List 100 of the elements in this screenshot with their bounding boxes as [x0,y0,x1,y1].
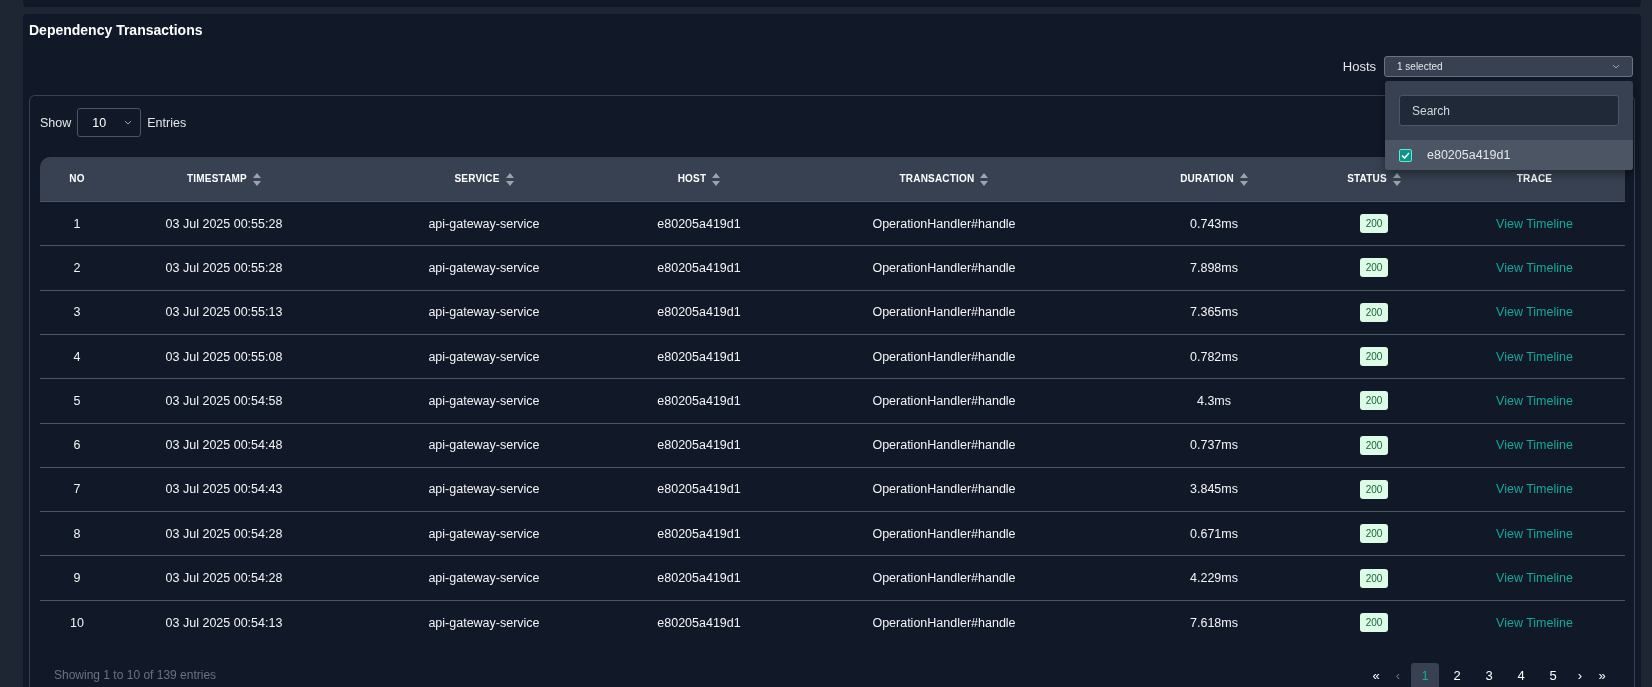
status-badge: 200 [1359,214,1389,234]
next-page-button[interactable]: › [1571,663,1589,687]
host-cell: e80205a419d1 [657,349,741,364]
column-header[interactable]: TRANSACTION [899,173,975,186]
service-cell: api-gateway-service [428,393,540,408]
view-timeline-link[interactable]: View Timeline [1496,305,1573,320]
sort-icon[interactable] [252,172,261,186]
host-cell: e80205a419d1 [657,615,741,630]
timestamp-cell: 03 Jul 2025 00:54:43 [165,482,283,497]
view-timeline-link[interactable]: View Timeline [1496,393,1573,408]
timestamp-cell: 03 Jul 2025 00:54:28 [165,571,283,586]
entries-label: Entries [147,115,187,130]
hosts-select[interactable]: 1 selected [1384,56,1633,78]
service-cell: api-gateway-service [428,305,540,320]
entries-summary: Showing 1 to 10 of 139 entries [54,668,217,682]
status-badge: 200 [1359,258,1389,278]
page-button[interactable]: 3 [1475,663,1503,687]
view-timeline-link[interactable]: View Timeline [1496,216,1573,231]
sort-icon[interactable] [1239,172,1248,186]
timestamp-cell: 03 Jul 2025 00:54:48 [165,438,283,453]
service-cell: api-gateway-service [428,216,540,231]
status-badge: 200 [1359,435,1389,455]
status-badge: 200 [1359,613,1389,633]
panel-title: Dependency Transactions [29,21,204,40]
column-header: NO [69,173,85,186]
sort-icon[interactable] [712,172,721,186]
timestamp-cell: 03 Jul 2025 00:54:13 [165,615,283,630]
status-badge: 200 [1359,391,1389,411]
sort-icon[interactable] [980,172,989,186]
view-timeline-link[interactable]: View Timeline [1496,438,1573,453]
column-header[interactable]: TIMESTAMP [187,173,247,186]
service-cell: api-gateway-service [428,615,540,630]
transaction-cell: OperationHandler#handle [872,393,1016,408]
duration-cell: 7.898ms [1190,260,1238,275]
row-number: 3 [73,305,81,320]
first-page-button[interactable]: « [1367,663,1385,687]
timestamp-cell: 03 Jul 2025 00:54:28 [165,526,283,541]
host-cell: e80205a419d1 [657,482,741,497]
page-button[interactable]: 5 [1539,663,1567,687]
transaction-cell: OperationHandler#handle [872,260,1016,275]
view-timeline-link[interactable]: View Timeline [1496,571,1573,586]
view-timeline-link[interactable]: View Timeline [1496,349,1573,364]
view-timeline-link[interactable]: View Timeline [1496,526,1573,541]
column-header[interactable]: DURATION [1180,173,1234,186]
page-button[interactable]: 2 [1443,663,1471,687]
timestamp-cell: 03 Jul 2025 00:55:28 [165,260,283,275]
duration-cell: 3.845ms [1190,482,1238,497]
row-number: 7 [73,482,81,497]
transaction-cell: OperationHandler#handle [872,615,1016,630]
row-number: 2 [73,260,81,275]
host-cell: e80205a419d1 [657,526,741,541]
view-timeline-link[interactable]: View Timeline [1496,615,1573,630]
checkbox[interactable] [1399,148,1412,162]
duration-cell: 0.737ms [1190,438,1238,453]
search-field[interactable]: Search [1399,95,1619,127]
column-header: TRACE [1516,173,1553,186]
page-size-select[interactable]: 10 [77,108,142,138]
row-number: 4 [73,349,81,364]
duration-cell: 0.782ms [1190,349,1238,364]
show-label: Show [40,115,72,130]
service-cell: api-gateway-service [428,571,540,586]
transaction-cell: OperationHandler#handle [872,305,1016,320]
service-cell: api-gateway-service [428,260,540,275]
transaction-cell: OperationHandler#handle [872,526,1016,541]
service-cell: api-gateway-service [428,438,540,453]
column-header[interactable]: HOST [677,173,707,186]
host-cell: e80205a419d1 [657,260,741,275]
row-number: 10 [70,615,84,630]
transaction-cell: OperationHandler#handle [872,349,1016,364]
row-number: 8 [73,526,81,541]
duration-cell: 4.229ms [1190,571,1238,586]
duration-cell: 4.3ms [1196,393,1231,408]
host-option[interactable]: e80205a419d1 [1385,140,1633,171]
service-cell: api-gateway-service [428,349,540,364]
chevron-down-icon [124,120,133,126]
view-timeline-link[interactable]: View Timeline [1496,482,1573,497]
chevron-down-icon [1612,64,1620,70]
transaction-cell: OperationHandler#handle [872,438,1016,453]
duration-cell: 7.618ms [1190,615,1238,630]
page-button[interactable]: 4 [1507,663,1535,687]
status-badge: 200 [1359,347,1389,367]
page-button[interactable]: 1 [1411,663,1439,687]
sort-icon[interactable] [505,172,514,186]
row-number: 5 [73,393,81,408]
row-number: 6 [73,438,81,453]
host-cell: e80205a419d1 [657,305,741,320]
duration-cell: 0.671ms [1190,526,1238,541]
column-header[interactable]: SERVICE [454,173,500,186]
column-header[interactable]: STATUS [1347,173,1387,186]
timestamp-cell: 03 Jul 2025 00:55:08 [165,349,283,364]
row-number: 9 [73,571,81,586]
service-cell: api-gateway-service [428,482,540,497]
hosts-label: Hosts [1342,59,1376,75]
host-cell: e80205a419d1 [657,216,741,231]
view-timeline-link[interactable]: View Timeline [1496,260,1573,275]
last-page-button[interactable]: » [1593,663,1611,687]
sort-icon[interactable] [1392,172,1401,186]
host-cell: e80205a419d1 [657,571,741,586]
status-badge: 200 [1359,302,1389,322]
timestamp-cell: 03 Jul 2025 00:54:58 [165,393,283,408]
